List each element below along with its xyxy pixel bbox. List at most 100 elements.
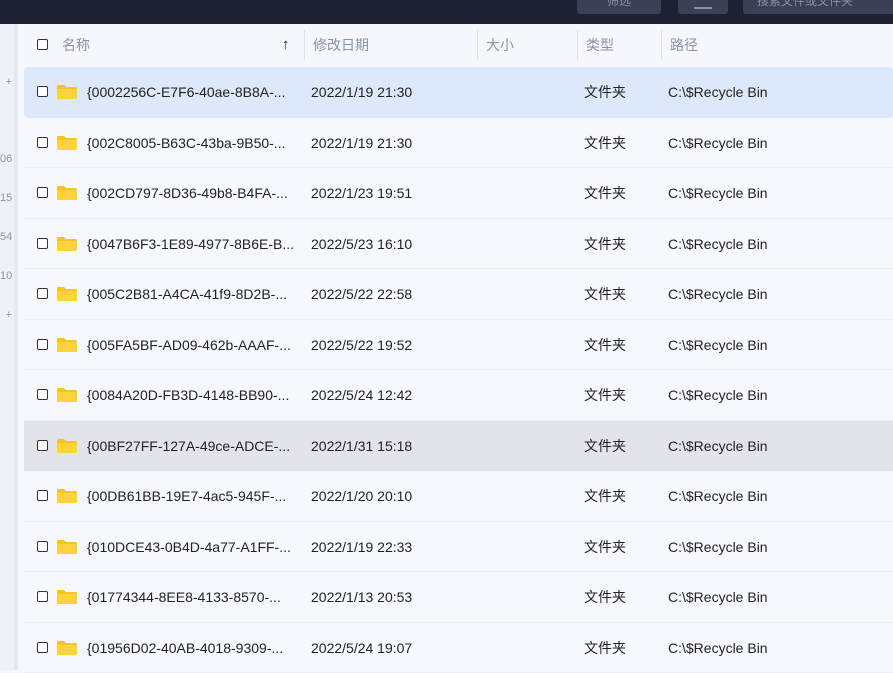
file-path: C:\$Recycle Bin (668, 522, 868, 572)
filter-button-label: 筛选 (607, 0, 631, 8)
file-type: 文件夹 (584, 522, 654, 572)
modified-date: 2022/1/31 15:18 (311, 421, 461, 471)
file-name: {0047B6F3-1E89-4977-8B6E-B... (87, 219, 301, 269)
row-checkbox[interactable] (37, 187, 48, 198)
column-header-type[interactable]: 类型 (586, 24, 614, 66)
file-path: C:\$Recycle Bin (668, 320, 868, 370)
file-type: 文件夹 (584, 471, 654, 521)
left-panel-label: + (0, 309, 12, 321)
row-checkbox[interactable] (37, 642, 48, 653)
table-row[interactable]: {002CD797-8D36-49b8-B4FA-...2022/1/23 19… (24, 168, 893, 219)
file-type: 文件夹 (584, 168, 654, 218)
column-resize-handle[interactable] (304, 30, 305, 60)
row-checkbox[interactable] (37, 591, 48, 602)
top-toolbar: 筛选 搜索文件或文件夹 (0, 0, 893, 24)
file-path: C:\$Recycle Bin (668, 370, 868, 420)
table-row[interactable]: {0002256C-E7F6-40ae-8B8A-...2022/1/19 21… (24, 67, 893, 118)
table-row[interactable]: {00DB61BB-19E7-4ac5-945F-...2022/1/20 20… (24, 471, 893, 522)
file-path: C:\$Recycle Bin (668, 421, 868, 471)
file-path: C:\$Recycle Bin (668, 67, 868, 117)
row-checkbox[interactable] (37, 86, 48, 97)
modified-date: 2022/5/22 19:52 (311, 320, 461, 370)
folder-icon (56, 135, 78, 151)
table-row[interactable]: {01774344-8EE8-4133-8570-...2022/1/13 20… (24, 572, 893, 623)
select-all-checkbox[interactable] (37, 39, 48, 50)
table-row[interactable]: {01956D02-40AB-4018-9309-...2022/5/24 19… (24, 623, 893, 673)
file-type: 文件夹 (584, 623, 654, 673)
column-resize-handle[interactable] (477, 30, 478, 60)
table-row[interactable]: {0084A20D-FB3D-4148-BB90-...2022/5/24 12… (24, 370, 893, 421)
row-checkbox[interactable] (37, 238, 48, 249)
table-row[interactable]: {002C8005-B63C-43ba-9B50-...2022/1/19 21… (24, 118, 893, 169)
file-path: C:\$Recycle Bin (668, 269, 868, 319)
file-name: {01774344-8EE8-4133-8570-... (87, 572, 301, 622)
row-checkbox[interactable] (37, 389, 48, 400)
folder-icon (56, 337, 78, 353)
file-type: 文件夹 (584, 370, 654, 420)
table-row[interactable]: {00BF27FF-127A-49ce-ADCE-...2022/1/31 15… (24, 421, 893, 472)
table-row[interactable]: {0047B6F3-1E89-4977-8B6E-B...2022/5/23 1… (24, 219, 893, 270)
left-panel-edge: + 06 15 54 10 + (0, 24, 14, 670)
file-name: {00BF27FF-127A-49ce-ADCE-... (87, 421, 301, 471)
file-type: 文件夹 (584, 572, 654, 622)
column-resize-handle[interactable] (661, 30, 662, 60)
file-type: 文件夹 (584, 421, 654, 471)
modified-date: 2022/1/13 20:53 (311, 572, 461, 622)
table-header: 名称 ↑ 修改日期 大小 类型 路径 (24, 24, 893, 66)
file-name: {0084A20D-FB3D-4148-BB90-... (87, 370, 301, 420)
modified-date: 2022/1/19 22:33 (311, 522, 461, 572)
table-row[interactable]: {005FA5BF-AD09-462b-AAAF-...2022/5/22 19… (24, 320, 893, 371)
search-placeholder: 搜索文件或文件夹 (757, 0, 853, 8)
file-name: {002CD797-8D36-49b8-B4FA-... (87, 168, 301, 218)
left-panel-label: 06 (0, 153, 12, 165)
file-path: C:\$Recycle Bin (668, 219, 868, 269)
file-name: {005FA5BF-AD09-462b-AAAF-... (87, 320, 301, 370)
filter-button[interactable]: 筛选 (577, 0, 661, 14)
column-header-path[interactable]: 路径 (670, 24, 698, 66)
file-path: C:\$Recycle Bin (668, 168, 868, 218)
file-type: 文件夹 (584, 269, 654, 319)
folder-icon (56, 539, 78, 555)
folder-icon (56, 387, 78, 403)
file-name: {002C8005-B63C-43ba-9B50-... (87, 118, 301, 168)
sort-ascending-icon[interactable]: ↑ (282, 24, 290, 66)
modified-date: 2022/5/22 22:58 (311, 269, 461, 319)
file-name: {01956D02-40AB-4018-9309-... (87, 623, 301, 673)
row-checkbox[interactable] (37, 288, 48, 299)
search-input[interactable]: 搜索文件或文件夹 (743, 0, 893, 14)
column-header-name[interactable]: 名称 (62, 24, 90, 66)
table-row[interactable]: {005C2B81-A4CA-41f9-8D2B-...2022/5/22 22… (24, 269, 893, 320)
column-header-size[interactable]: 大小 (486, 24, 514, 66)
folder-icon (56, 185, 78, 201)
modified-date: 2022/1/23 19:51 (311, 168, 461, 218)
folder-icon (56, 488, 78, 504)
row-checkbox[interactable] (37, 137, 48, 148)
modified-date: 2022/1/19 21:30 (311, 118, 461, 168)
row-checkbox[interactable] (37, 440, 48, 451)
left-panel-label: 54 (0, 231, 12, 243)
file-type: 文件夹 (584, 67, 654, 117)
left-panel-label: 10 (0, 270, 12, 282)
menu-button[interactable] (678, 0, 728, 14)
table-row[interactable]: {010DCE43-0B4D-4a77-A1FF-...2022/1/19 22… (24, 522, 893, 573)
folder-icon (56, 438, 78, 454)
modified-date: 2022/5/23 16:10 (311, 219, 461, 269)
row-checkbox[interactable] (37, 541, 48, 552)
column-header-modified[interactable]: 修改日期 (313, 24, 369, 66)
file-name: {010DCE43-0B4D-4a77-A1FF-... (87, 522, 301, 572)
row-checkbox[interactable] (37, 490, 48, 501)
file-path: C:\$Recycle Bin (668, 572, 868, 622)
file-type: 文件夹 (584, 219, 654, 269)
hamburger-icon (694, 7, 712, 9)
file-list: {0002256C-E7F6-40ae-8B8A-...2022/1/19 21… (24, 67, 893, 673)
file-name: {00DB61BB-19E7-4ac5-945F-... (87, 471, 301, 521)
row-checkbox[interactable] (37, 339, 48, 350)
panel-divider[interactable] (14, 24, 18, 670)
folder-icon (56, 640, 78, 656)
modified-date: 2022/1/20 20:10 (311, 471, 461, 521)
file-name: {0002256C-E7F6-40ae-8B8A-... (87, 67, 301, 117)
modified-date: 2022/5/24 12:42 (311, 370, 461, 420)
folder-icon (56, 84, 78, 100)
file-name: {005C2B81-A4CA-41f9-8D2B-... (87, 269, 301, 319)
column-resize-handle[interactable] (577, 30, 578, 60)
